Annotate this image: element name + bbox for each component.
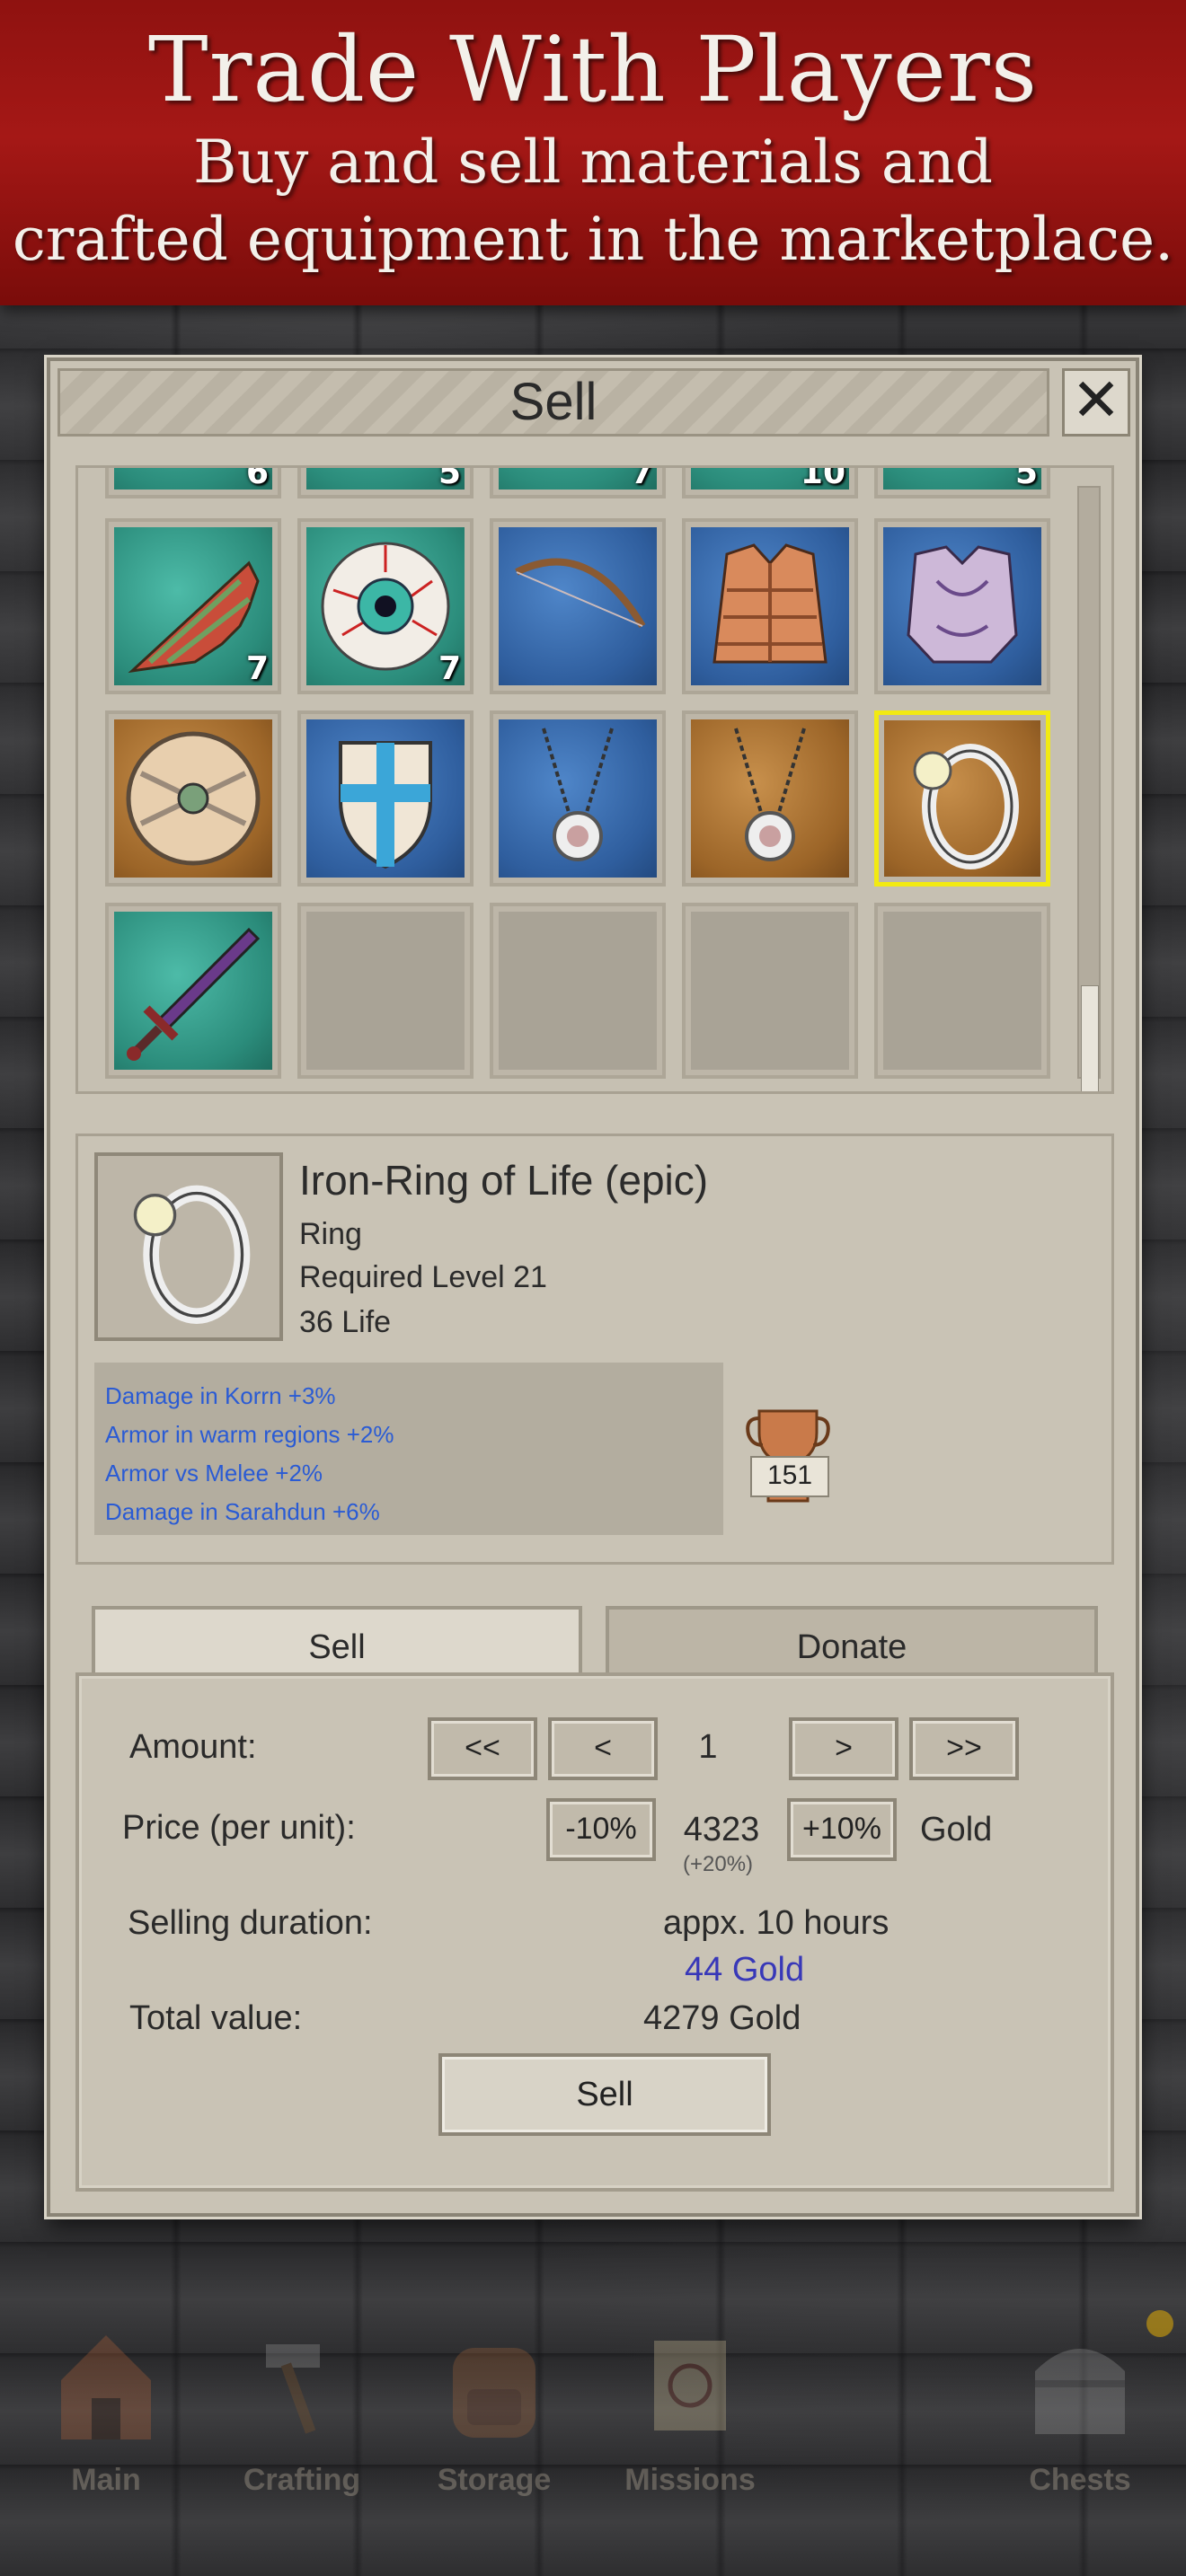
item-required-level: Required Level 21 — [299, 1260, 547, 1294]
price-delta: (+20%) — [683, 1852, 754, 1876]
ring-icon — [133, 1185, 251, 1324]
price-increase-button[interactable]: +10% — [787, 1798, 897, 1861]
bonus-line: Damage in Korrn +3% — [105, 1382, 336, 1409]
slot-quantity: 7 — [245, 650, 269, 687]
inventory-scrollbar[interactable] — [1077, 486, 1101, 1091]
nav-chests[interactable]: Chests — [981, 2299, 1179, 2576]
nav-label: Main — [71, 2463, 141, 2497]
scrollbar-thumb[interactable] — [1081, 985, 1099, 1091]
nav-main[interactable]: Main — [7, 2299, 205, 2576]
house-icon — [61, 2335, 151, 2439]
inventory-slot-round-shield[interactable] — [105, 710, 281, 887]
slot-quantity: 5 — [1014, 465, 1038, 491]
breastplate-icon — [907, 545, 1018, 664]
sword-icon — [127, 927, 261, 1061]
amount-last-button[interactable]: >> — [909, 1717, 1019, 1780]
notification-dot — [1146, 2310, 1173, 2337]
bow-icon — [515, 558, 646, 629]
sell-form: Amount: << < 1 > >> Price (per unit): -1… — [75, 1672, 1114, 2192]
close-icon: ✕ — [1071, 366, 1121, 435]
fee-value: 44 Gold — [685, 1951, 805, 1989]
amount-next-button[interactable]: > — [789, 1717, 898, 1780]
inventory-slot-empty[interactable] — [297, 903, 474, 1079]
slot-quantity: 10 — [800, 465, 845, 491]
price-decrease-button[interactable]: -10% — [546, 1798, 656, 1861]
duration-label: Selling duration: — [128, 1904, 373, 1942]
inventory-slot-empty[interactable] — [682, 903, 858, 1079]
bonus-line: Armor vs Melee +2% — [105, 1460, 323, 1486]
amulet-icon — [542, 728, 614, 861]
trophy-value: 151 — [750, 1456, 829, 1497]
amount-value: 1 — [698, 1728, 718, 1766]
amount-prev-button[interactable]: < — [548, 1717, 658, 1780]
price-value: 4323 — [683, 1811, 760, 1848]
nav-label: Crafting — [243, 2463, 361, 2497]
total-label: Total value: — [129, 1999, 303, 2037]
cross-shield-icon — [339, 741, 432, 869]
nav-storage[interactable]: Storage — [395, 2299, 593, 2576]
bonus-line: Armor in warm regions +2% — [105, 1421, 394, 1448]
backpack-icon — [453, 2348, 535, 2438]
inventory-slot-chest-armor[interactable] — [874, 518, 1050, 694]
slot-quantity: 7 — [630, 465, 653, 491]
price-currency: Gold — [920, 1811, 993, 1848]
ring-icon — [913, 744, 1019, 869]
inventory-slot-iron-ring-selected[interactable] — [874, 710, 1050, 887]
banner-subtitle-line1: Buy and sell materials and — [192, 128, 994, 197]
inventory-slot-empty[interactable] — [490, 903, 666, 1079]
nav-label: Chests — [1029, 2463, 1131, 2497]
item-detail-panel: Iron-Ring of Life (epic) Ring Required L… — [75, 1134, 1114, 1565]
inventory-slot-partial-1[interactable]: 6 — [105, 465, 281, 498]
total-value: 4279 Gold — [643, 1999, 801, 2037]
inventory-slot-partial-3[interactable]: 7 — [490, 465, 666, 498]
inventory-slot-empty[interactable] — [874, 903, 1050, 1079]
amount-label: Amount: — [129, 1728, 257, 1766]
inventory-grid: 6 5 7 10 5 7 7 — [75, 465, 1114, 1094]
hammer-icon — [266, 2344, 320, 2434]
round-shield-icon — [126, 731, 261, 866]
dialog-title: Sell — [509, 373, 597, 431]
bottom-navigation: Main Crafting Storage Missions Chests — [0, 2299, 1186, 2576]
slot-quantity: 7 — [438, 650, 461, 687]
sell-button[interactable]: Sell — [438, 2053, 771, 2136]
promo-banner: Trade With Players Buy and sell material… — [0, 0, 1186, 305]
inventory-slot-leather-armor[interactable] — [682, 518, 858, 694]
duration-value: appx. 10 hours — [663, 1904, 890, 1942]
scroll-icon — [654, 2341, 726, 2430]
slot-quantity: 6 — [245, 465, 269, 491]
inventory-slot-partial-4[interactable]: 10 — [682, 465, 858, 498]
banner-title: Trade With Players — [147, 17, 1039, 122]
nav-missions[interactable]: Missions — [591, 2299, 789, 2576]
amulet-icon — [734, 728, 806, 861]
inventory-slot-amulet-brown[interactable] — [682, 710, 858, 887]
inventory-slot-lizard-scale[interactable]: 7 — [105, 518, 281, 694]
dialog-header: Sell — [58, 368, 1049, 437]
item-name: Iron-Ring of Life (epic) — [299, 1157, 709, 1204]
nav-crafting[interactable]: Crafting — [203, 2299, 401, 2576]
item-bonus-list: Damage in Korrn +3% Armor in warm region… — [94, 1363, 723, 1535]
nav-trade[interactable] — [787, 2299, 985, 2576]
sell-dialog: Sell ✕ 6 5 7 10 5 7 7 Iron-Ring of Life … — [47, 357, 1139, 2217]
banner-subtitle-line2: crafted equipment in the marketplace. — [12, 205, 1174, 274]
inventory-slot-sword[interactable] — [105, 903, 281, 1079]
item-image — [94, 1152, 283, 1341]
amount-first-button[interactable]: << — [428, 1717, 537, 1780]
inventory-slot-eyeball[interactable]: 7 — [297, 518, 474, 694]
slot-quantity: 5 — [438, 465, 461, 491]
close-button[interactable]: ✕ — [1062, 368, 1130, 437]
inventory-slot-cross-shield[interactable] — [297, 710, 474, 887]
chest-icon — [1035, 2349, 1125, 2434]
inventory-slot-amulet-blue[interactable] — [490, 710, 666, 887]
inventory-slot-partial-2[interactable]: 5 — [297, 465, 474, 498]
inventory-slot-bow[interactable] — [490, 518, 666, 694]
inventory-slot-partial-5[interactable]: 5 — [874, 465, 1050, 498]
nav-label: Storage — [437, 2463, 552, 2497]
item-stat: 36 Life — [299, 1305, 392, 1339]
nav-label: Missions — [624, 2463, 756, 2497]
item-type: Ring — [299, 1217, 362, 1251]
bonus-line: Damage in Sarahdun +6% — [105, 1498, 380, 1525]
armor-vest-icon — [712, 543, 828, 664]
price-label: Price (per unit): — [122, 1809, 356, 1847]
